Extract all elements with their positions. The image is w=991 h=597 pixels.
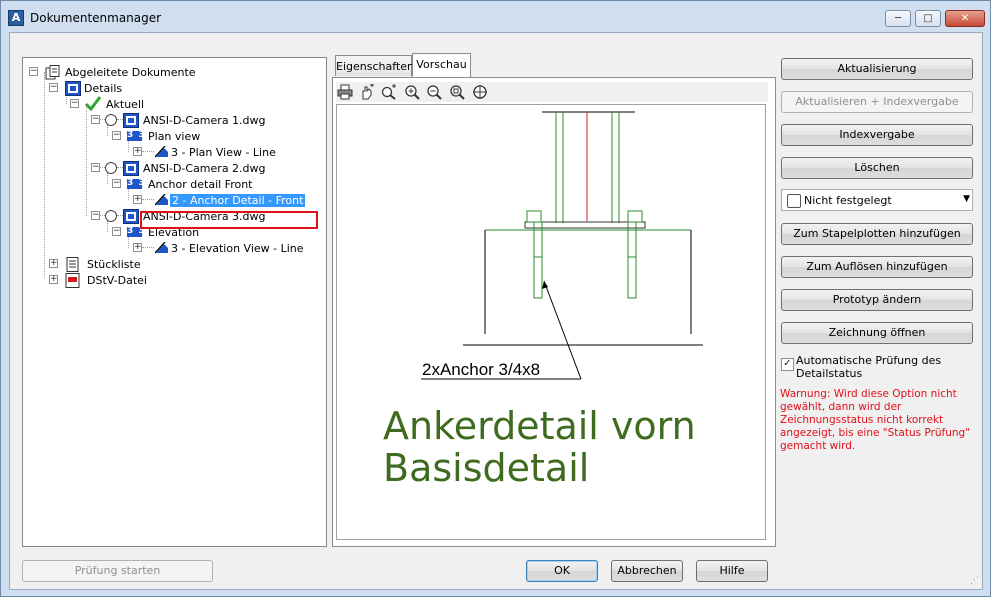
dialog-window: A Dokumentenmanager ─ □ ✕ − Abgeleitete … bbox=[0, 0, 991, 597]
sheet-icon: 3 3 bbox=[127, 130, 146, 141]
tree-line bbox=[142, 151, 154, 152]
add-resolve-button[interactable]: Zum Auflösen hinzufügen bbox=[781, 256, 973, 278]
dropdown-arrow-icon: ▼ bbox=[963, 194, 970, 204]
start-check-button[interactable]: Prüfung starten bbox=[22, 560, 213, 582]
window-title: Dokumentenmanager bbox=[30, 11, 162, 25]
minimize-button[interactable]: ─ bbox=[885, 10, 911, 27]
status-circle-icon bbox=[105, 162, 117, 174]
tree-label: 3 - Elevation View - Line bbox=[171, 242, 304, 255]
tree-label: Aktuell bbox=[106, 98, 145, 111]
close-button[interactable]: ✕ bbox=[945, 10, 985, 27]
tree-line bbox=[142, 247, 154, 248]
tab-container: Eigenschaften Vorschau 2xAnchor 3/4x8 An… bbox=[332, 53, 776, 547]
zoom-extents-icon[interactable] bbox=[472, 84, 488, 100]
status-swatch-icon bbox=[787, 194, 801, 208]
close-icon: ✕ bbox=[960, 13, 970, 24]
open-drawing-button[interactable]: Zeichnung öffnen bbox=[781, 322, 973, 344]
help-button[interactable]: Hilfe bbox=[696, 560, 768, 582]
drawing-file-icon bbox=[123, 209, 139, 224]
tree-label: Stückliste bbox=[87, 258, 141, 271]
document-tree[interactable]: − Abgeleitete Dokumente − Details − Aktu… bbox=[22, 57, 327, 547]
preview-toolbar bbox=[336, 82, 768, 102]
drawing-file-icon bbox=[123, 161, 139, 176]
title-bar[interactable]: A Dokumentenmanager ─ □ ✕ bbox=[1, 1, 990, 33]
expand-icon[interactable]: + bbox=[133, 194, 142, 204]
status-select[interactable]: Nicht festgelegt ▼ bbox=[781, 189, 973, 211]
collapse-icon[interactable]: − bbox=[91, 162, 100, 172]
resize-grip-icon[interactable]: ⋰ bbox=[970, 576, 979, 586]
maximize-button[interactable]: □ bbox=[915, 10, 941, 27]
index-button[interactable]: Indexvergabe bbox=[781, 124, 973, 146]
tree-label: 3 - Plan View - Line bbox=[171, 146, 276, 159]
status-circle-icon bbox=[105, 210, 117, 222]
print-icon[interactable] bbox=[337, 84, 353, 100]
sheet-icon: 3 3 bbox=[127, 178, 146, 189]
cancel-button[interactable]: Abbrechen bbox=[611, 560, 683, 582]
documents-icon bbox=[45, 65, 60, 80]
dialog-body: − Abgeleitete Dokumente − Details − Aktu… bbox=[9, 32, 983, 590]
detail-view-icon bbox=[155, 242, 168, 254]
tree-label: Details bbox=[84, 82, 123, 95]
zoom-out-icon[interactable] bbox=[426, 84, 442, 100]
selection-highlight-box bbox=[140, 211, 318, 229]
tree-label: ANSI-D-Camera 2.dwg bbox=[143, 162, 266, 175]
zoom-realtime-icon[interactable] bbox=[381, 84, 397, 100]
auto-check-checkbox[interactable]: ✓ bbox=[781, 358, 794, 371]
detail-view-icon bbox=[155, 194, 168, 206]
tab-eigenschaften[interactable]: Eigenschaften bbox=[335, 55, 414, 76]
collapse-icon[interactable]: − bbox=[49, 82, 58, 92]
warning-text: Warnung: Wird diese Option nicht gewählt… bbox=[780, 388, 971, 452]
tree-line bbox=[44, 72, 45, 278]
add-batch-plot-button[interactable]: Zum Stapelplotten hinzufügen bbox=[781, 223, 973, 245]
tab-vorschau[interactable]: Vorschau bbox=[412, 53, 471, 78]
status-circle-icon bbox=[105, 114, 117, 126]
tree-label: DStV-Datei bbox=[87, 274, 147, 287]
tree-label: Plan view bbox=[148, 130, 201, 143]
ok-button[interactable]: OK bbox=[526, 560, 598, 582]
collapse-icon[interactable]: − bbox=[70, 98, 79, 108]
expand-icon[interactable]: + bbox=[49, 274, 58, 284]
dstv-file-icon bbox=[65, 273, 80, 288]
update-index-button[interactable]: Aktualisieren + Indexvergabe bbox=[781, 91, 973, 113]
change-prototype-button[interactable]: Prototyp ändern bbox=[781, 289, 973, 311]
preview-panel: 2xAnchor 3/4x8 Ankerdetail vorn Basisdet… bbox=[332, 77, 776, 547]
status-select-value: Nicht festgelegt bbox=[804, 194, 892, 207]
delete-button[interactable]: Löschen bbox=[781, 157, 973, 179]
detail-view-icon bbox=[155, 146, 168, 158]
checkmark-icon: ✓ bbox=[783, 358, 792, 369]
drawing-preview[interactable]: 2xAnchor 3/4x8 Ankerdetail vorn Basisdet… bbox=[336, 104, 766, 540]
tree-line bbox=[86, 104, 87, 216]
autocad-logo-icon: A bbox=[8, 10, 24, 26]
zoom-window-icon[interactable] bbox=[449, 84, 465, 100]
pan-icon[interactable] bbox=[359, 84, 375, 100]
collapse-icon[interactable]: − bbox=[29, 66, 38, 76]
minimize-icon: ─ bbox=[894, 13, 902, 24]
expand-icon[interactable]: + bbox=[49, 258, 58, 268]
expand-icon[interactable]: + bbox=[133, 242, 142, 252]
zoom-in-icon[interactable] bbox=[404, 84, 420, 100]
tree-label: ANSI-D-Camera 1.dwg bbox=[143, 114, 266, 127]
auto-check-label: Automatische Prüfung des Detailstatus bbox=[796, 354, 942, 380]
collapse-icon[interactable]: − bbox=[91, 210, 100, 220]
anchor-callout-label: 2xAnchor 3/4x8 bbox=[422, 360, 541, 379]
update-button[interactable]: Aktualisierung bbox=[781, 58, 973, 80]
tree-label-selected: 2 - Anchor Detail - Front bbox=[170, 194, 306, 207]
tree-label: Anchor detail Front bbox=[148, 178, 253, 191]
maximize-icon: □ bbox=[923, 13, 933, 24]
checkmark-icon bbox=[84, 96, 102, 111]
details-icon bbox=[65, 81, 81, 96]
collapse-icon[interactable]: − bbox=[112, 178, 121, 188]
caption-line-2: Basisdetail bbox=[383, 446, 590, 490]
collapse-icon[interactable]: − bbox=[112, 226, 121, 236]
parts-list-icon bbox=[66, 257, 79, 272]
expand-icon[interactable]: + bbox=[133, 146, 142, 156]
tree-label: Abgeleitete Dokumente bbox=[65, 66, 196, 79]
collapse-icon[interactable]: − bbox=[112, 130, 121, 140]
caption-line-1: Ankerdetail vorn bbox=[383, 404, 696, 448]
collapse-icon[interactable]: − bbox=[91, 114, 100, 124]
tree-line bbox=[142, 199, 154, 200]
drawing-file-icon bbox=[123, 113, 139, 128]
